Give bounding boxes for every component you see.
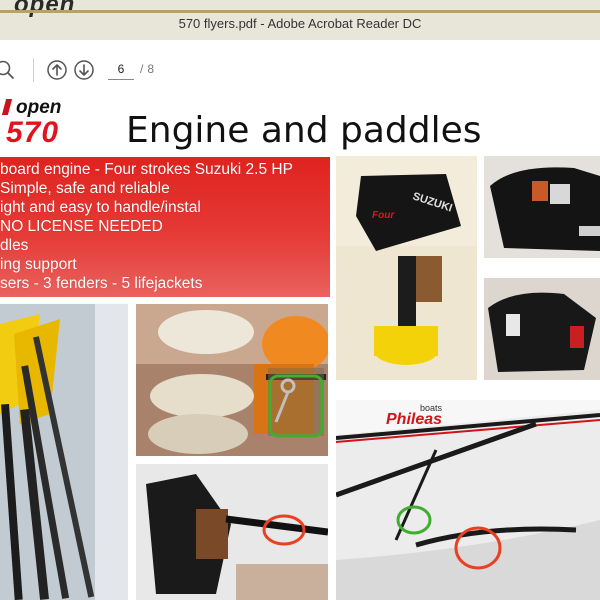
window-title: 570 flyers.pdf - Adobe Acrobat Reader DC [178,16,422,31]
total-pages: 8 [147,62,155,76]
feature-item: NO LICENSE NEEDED [0,218,163,235]
features-list: board engine - Four strokes Suzuki 2.5 H… [0,157,330,293]
brand-logo-number: 570 [6,116,60,149]
slide-title: Engine and paddles [126,110,482,151]
feature-item: ing support [0,256,77,273]
photo-engine-side [484,278,600,380]
feature-item: ight and easy to handle/instal [0,199,201,216]
page-separator: / [140,62,144,76]
feature-item: board engine - Four strokes Suzuki 2.5 H… [0,161,293,178]
feature-item: dles [0,237,29,254]
search-icon[interactable] [0,59,16,81]
features-panel: board engine - Four strokes Suzuki 2.5 H… [0,157,330,297]
photo-fenders [136,304,328,456]
title-bar-accent [0,10,600,13]
feature-item: Simple, safe and reliable [0,180,170,197]
photo-boat-rigging: Phileas boats [336,400,600,600]
toolbar: /8 [0,48,600,94]
photo-engine-cover [484,156,600,258]
next-page-icon[interactable] [73,59,95,81]
toolbar-separator [33,58,34,82]
previous-page-icon[interactable] [46,59,68,81]
photo-outboard-engine: SUZUKI Four [336,156,477,380]
title-bar: open ﾠ 570 flyers.pdf - Adobe Acrobat Re… [0,0,600,40]
page-total: /8 [140,62,154,76]
page-number-input[interactable] [108,58,134,80]
photo-paddles [0,304,128,600]
hull-brand-text: Phileas [386,411,442,428]
hull-brand-sub-text: boats [420,403,443,413]
pdf-page: open 570 Engine and paddles SUZUKI Four … [0,94,600,600]
engine-model-text: Four [372,210,395,221]
feature-item: sers - 3 fenders - 5 lifejackets [0,275,203,292]
photo-tiller-mount [136,464,328,600]
